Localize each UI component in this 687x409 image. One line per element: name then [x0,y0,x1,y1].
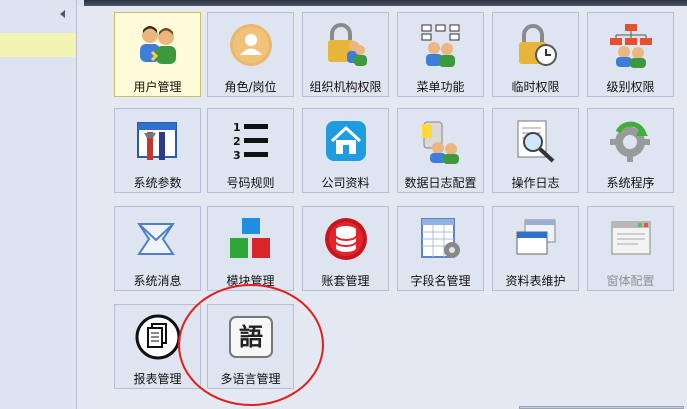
tile-operation-log[interactable]: 操作日志 [492,108,579,193]
tile-system-messages[interactable]: 系统消息 [114,206,201,291]
tile-label: 公司资料 [321,176,370,190]
tile-module-management[interactable]: 模块管理 [207,206,294,291]
tile-data-log-config[interactable]: 数据日志配置 [397,108,484,193]
magnifier-document-icon [513,118,559,164]
tile-language-management[interactable]: 語 多语言管理 [207,304,294,389]
tile-table-maintenance[interactable]: 资料表维护 [492,206,579,291]
language-icon: 語 [228,314,274,360]
svg-text:1: 1 [233,121,241,134]
gear-refresh-icon [608,118,654,164]
tile-company-info[interactable]: 公司资料 [302,108,389,193]
tile-label: 系统程序 [606,176,655,190]
envelope-icon [135,216,181,262]
tile-label: 菜单功能 [416,80,465,94]
sidebar [0,0,77,409]
tile-label: 号码规则 [226,176,275,190]
collapse-arrow-icon[interactable] [60,10,65,18]
tile-role-position[interactable]: 角色/岗位 [207,12,294,97]
tile-form-configuration[interactable]: 窗体配置 [587,206,674,291]
tile-label: 组织机构权限 [309,80,382,94]
tile-label: 窗体配置 [606,274,655,288]
tile-label: 多语言管理 [220,372,281,386]
tile-label: 系统参数 [133,176,182,190]
tile-label: 字段名管理 [410,274,471,288]
numbered-list-icon: 1 2 3 [228,118,274,164]
tile-label: 操作日志 [511,176,560,190]
tile-number-rules[interactable]: 1 2 3 号码规则 [207,108,294,193]
tile-label: 资料表维护 [505,274,566,288]
tile-label: 系统消息 [133,274,182,288]
reports-icon [135,314,181,360]
blocks-icon [228,216,274,262]
tile-level-permissions[interactable]: 级别权限 [587,12,674,97]
tile-label: 用户管理 [133,80,182,94]
tools-window-icon [135,118,181,164]
tile-label: 级别权限 [606,80,655,94]
tile-org-permissions[interactable]: 组织机构权限 [302,12,389,97]
tile-report-management[interactable]: 报表管理 [114,304,201,389]
function-grid: 用户管理 角色/岗位 组织机构权限 菜单功能 临时权限 级别权限 系统参数 1 … [77,6,687,409]
tile-label: 临时权限 [511,80,560,94]
tile-label: 角色/岗位 [224,80,277,94]
windows-icon [513,216,559,262]
lock-users-icon [323,22,369,68]
tile-label: 模块管理 [226,274,275,288]
svg-text:3: 3 [233,149,241,162]
tile-user-management[interactable]: 用户管理 [114,12,201,97]
users-icon [135,22,181,68]
tile-system-parameters[interactable]: 系统参数 [114,108,201,193]
tile-system-programs[interactable]: 系统程序 [587,108,674,193]
lock-clock-icon [513,22,559,68]
language-glyph: 語 [239,323,263,351]
form-window-icon [608,216,654,262]
database-icon [323,216,369,262]
home-icon [323,118,369,164]
hierarchy-icon [608,22,654,68]
tile-label: 账套管理 [321,274,370,288]
tile-label: 报表管理 [133,372,182,386]
tile-menu-functions[interactable]: 菜单功能 [397,12,484,97]
tile-field-name-management[interactable]: 字段名管理 [397,206,484,291]
menu-users-icon [418,22,464,68]
sidebar-selected-item[interactable] [0,33,76,57]
person-icon [228,22,274,68]
tile-temp-permissions[interactable]: 临时权限 [492,12,579,97]
tile-account-set-management[interactable]: 账套管理 [302,206,389,291]
grid-gear-icon [418,216,464,262]
database-users-icon [418,118,464,164]
svg-text:2: 2 [233,135,241,148]
tile-label: 数据日志配置 [404,176,477,190]
